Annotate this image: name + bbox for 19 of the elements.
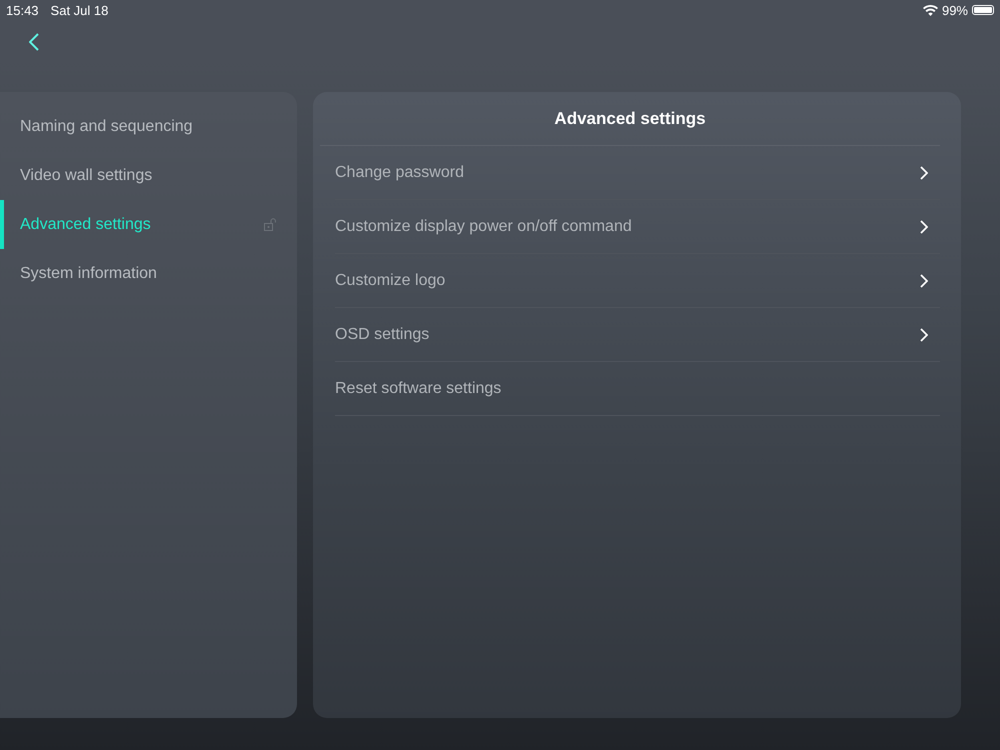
battery-percent: 99% bbox=[942, 2, 968, 18]
settings-row[interactable]: OSD settings bbox=[335, 308, 940, 362]
sidebar-item[interactable]: Naming and sequencing bbox=[0, 102, 297, 151]
sidebar-item[interactable]: Video wall settings bbox=[0, 151, 297, 200]
sidebar-item[interactable]: System information bbox=[0, 249, 297, 298]
settings-row[interactable]: Customize display power on/off command bbox=[335, 200, 940, 254]
chevron-right-icon bbox=[920, 274, 928, 288]
wifi-icon bbox=[922, 4, 938, 16]
sidebar-item[interactable]: Advanced settings bbox=[0, 200, 297, 249]
settings-row[interactable]: Customize logo bbox=[335, 254, 940, 308]
status-date: Sat Jul 18 bbox=[50, 2, 108, 18]
settings-row[interactable]: Reset software settings bbox=[335, 362, 940, 416]
settings-row[interactable]: Change password bbox=[335, 146, 940, 200]
chevron-right-icon bbox=[920, 220, 928, 234]
panel-title: Advanced settings bbox=[554, 108, 706, 130]
chevron-right-icon bbox=[920, 328, 928, 342]
status-time: 15:43 bbox=[6, 2, 39, 18]
chevron-right-icon bbox=[920, 166, 928, 180]
battery-icon bbox=[972, 5, 994, 15]
